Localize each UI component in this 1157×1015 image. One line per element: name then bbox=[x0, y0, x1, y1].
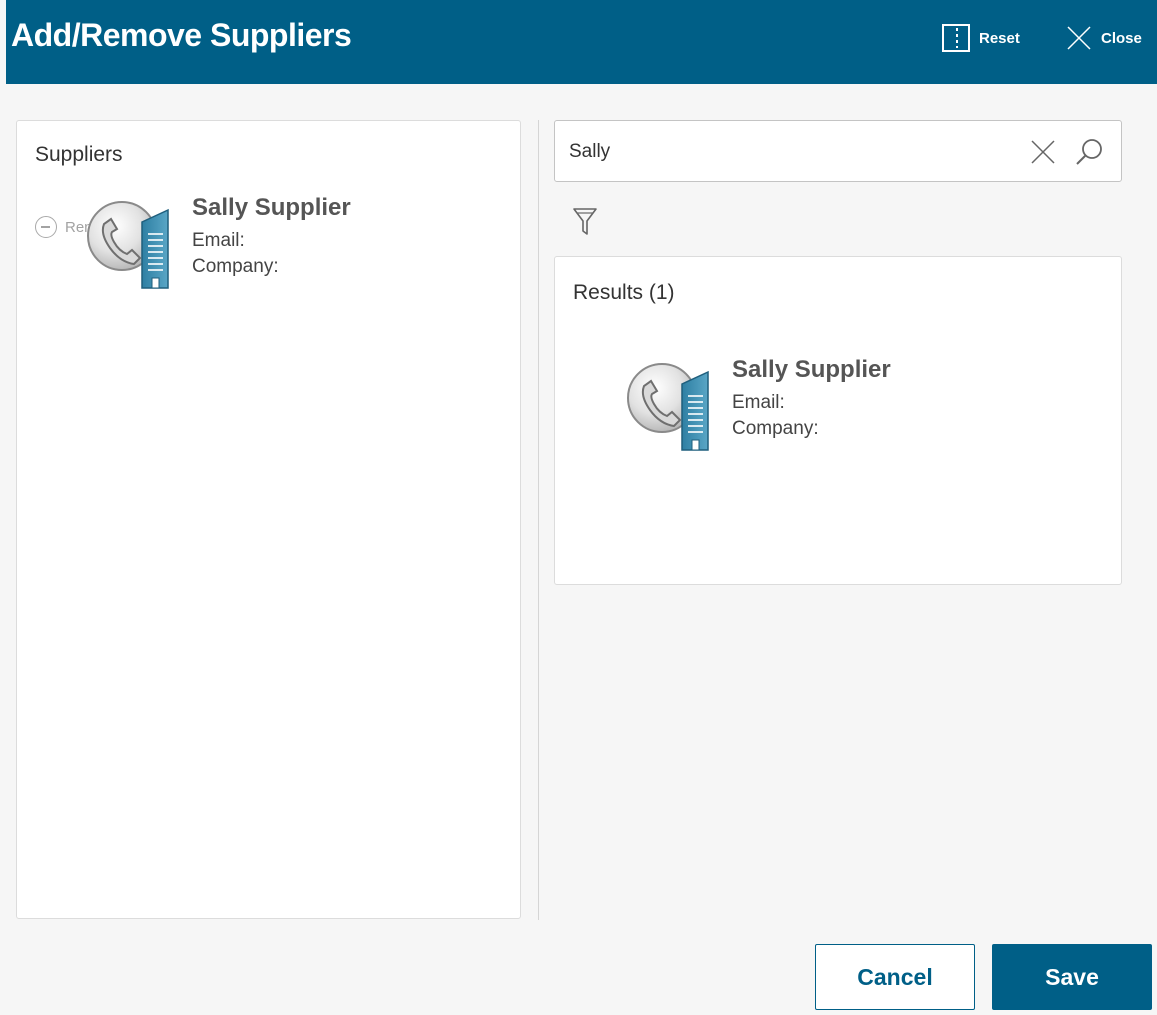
supplier-email-label: Email: bbox=[192, 230, 245, 251]
search-icon[interactable] bbox=[1073, 136, 1105, 168]
reset-icon bbox=[942, 24, 970, 52]
close-label: Close bbox=[1101, 29, 1142, 47]
results-title: Results (1) bbox=[573, 281, 675, 304]
supplier-company-label: Company: bbox=[192, 256, 279, 277]
supplier-card[interactable]: Sally Supplier Email: Company: bbox=[80, 192, 351, 292]
supplier-name: Sally Supplier bbox=[192, 194, 351, 221]
cancel-button[interactable]: Cancel bbox=[815, 944, 975, 1010]
reset-button[interactable]: Reset bbox=[941, 24, 1020, 52]
dialog-header: Add/Remove Suppliers Reset Close bbox=[6, 0, 1157, 84]
dialog-title: Add/Remove Suppliers bbox=[11, 17, 352, 53]
supplier-info: Sally Supplier Email: Company: bbox=[192, 192, 351, 280]
search-input[interactable] bbox=[569, 135, 1009, 169]
close-icon bbox=[1067, 26, 1091, 50]
supplier-icon bbox=[620, 354, 720, 454]
close-button[interactable]: Close bbox=[1065, 24, 1142, 52]
search-box[interactable] bbox=[554, 120, 1122, 182]
save-button[interactable]: Save bbox=[992, 944, 1152, 1010]
result-email-label: Email: bbox=[732, 392, 785, 413]
reset-label: Reset bbox=[979, 29, 1020, 47]
result-card[interactable]: Sally Supplier Email: Company: bbox=[620, 354, 891, 454]
suppliers-title: Suppliers bbox=[35, 143, 123, 166]
result-name: Sally Supplier bbox=[732, 356, 891, 383]
result-company-label: Company: bbox=[732, 418, 819, 439]
panel-divider bbox=[538, 120, 539, 920]
filter-icon[interactable] bbox=[572, 206, 598, 238]
minus-circle-icon bbox=[35, 216, 57, 238]
result-info: Sally Supplier Email: Company: bbox=[732, 354, 891, 442]
clear-search-icon[interactable] bbox=[1030, 139, 1056, 165]
supplier-icon bbox=[80, 192, 180, 292]
